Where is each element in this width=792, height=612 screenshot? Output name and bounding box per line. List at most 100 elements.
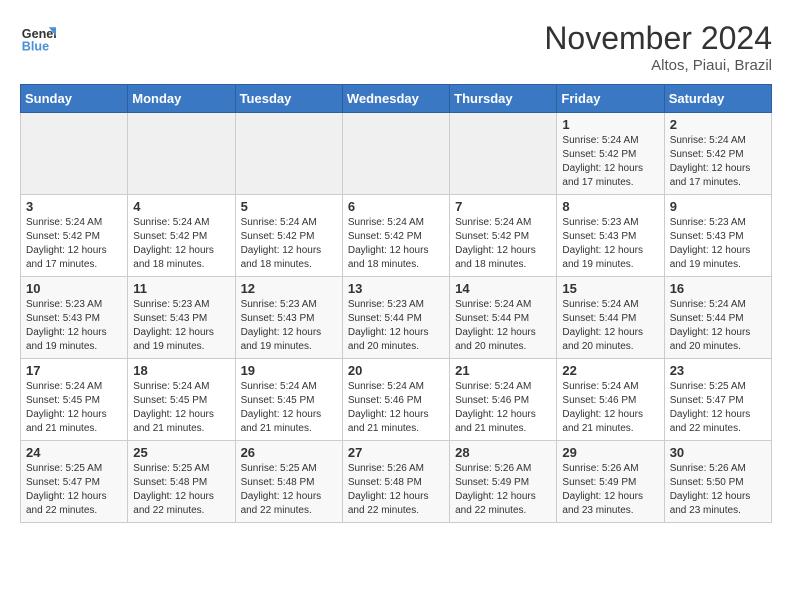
location-subtitle: Altos, Piaui, Brazil <box>544 57 772 74</box>
calendar-cell: 28 Sunrise: 5:26 AM Sunset: 5:49 PM Dayli… <box>450 441 557 523</box>
day-info: Sunrise: 5:24 AM Sunset: 5:42 PM Dayligh… <box>241 216 337 272</box>
header-monday: Monday <box>128 85 235 113</box>
day-number: 22 <box>562 363 658 378</box>
calendar-week-3: 10 Sunrise: 5:23 AM Sunset: 5:43 PM Dayli… <box>21 277 772 359</box>
day-number: 2 <box>670 117 766 132</box>
day-number: 19 <box>241 363 337 378</box>
calendar-cell: 26 Sunrise: 5:25 AM Sunset: 5:48 PM Dayli… <box>235 441 342 523</box>
day-number: 5 <box>241 199 337 214</box>
calendar-cell: 10Sunrise: 5:23 AM Sunset: 5:43 PM Dayli… <box>21 277 128 359</box>
day-number: 16 <box>670 281 766 296</box>
day-number: 27 <box>348 445 444 460</box>
day-number: 10 <box>26 281 122 296</box>
day-info: Sunrise: 5:24 AM Sunset: 5:45 PM Dayligh… <box>26 380 122 436</box>
day-number: 8 <box>562 199 658 214</box>
day-info: Sunrise: 5:23 AM Sunset: 5:44 PM Dayligh… <box>348 298 444 354</box>
day-number: 21 <box>455 363 551 378</box>
day-info: Sunrise: 5:26 AM Sunset: 5:49 PM Dayligh… <box>455 462 551 518</box>
calendar-cell: 23Sunrise: 5:25 AM Sunset: 5:47 PM Dayli… <box>664 359 771 441</box>
calendar-week-2: 3Sunrise: 5:24 AM Sunset: 5:42 PM Daylig… <box>21 195 772 277</box>
calendar-cell: 21Sunrise: 5:24 AM Sunset: 5:46 PM Dayli… <box>450 359 557 441</box>
month-title: November 2024 <box>544 20 772 57</box>
header-wednesday: Wednesday <box>342 85 449 113</box>
day-info: Sunrise: 5:25 AM Sunset: 5:47 PM Dayligh… <box>670 380 766 436</box>
day-number: 1 <box>562 117 658 132</box>
calendar-cell <box>235 113 342 195</box>
page-header: General Blue November 2024 Altos, Piaui,… <box>20 20 772 74</box>
calendar-cell: 3Sunrise: 5:24 AM Sunset: 5:42 PM Daylig… <box>21 195 128 277</box>
day-number: 18 <box>133 363 229 378</box>
header-sunday: Sunday <box>21 85 128 113</box>
day-info: Sunrise: 5:26 AM Sunset: 5:49 PM Dayligh… <box>562 462 658 518</box>
day-number: 12 <box>241 281 337 296</box>
calendar-cell: 11 Sunrise: 5:23 AM Sunset: 5:43 PM Dayli… <box>128 277 235 359</box>
header-saturday: Saturday <box>664 85 771 113</box>
day-info: Sunrise: 5:24 AM Sunset: 5:45 PM Dayligh… <box>133 380 229 436</box>
calendar-cell: 4 Sunrise: 5:24 AM Sunset: 5:42 PM Daylig… <box>128 195 235 277</box>
calendar-cell: 16 Sunrise: 5:24 AM Sunset: 5:44 PM Dayli… <box>664 277 771 359</box>
day-info: Sunrise: 5:26 AM Sunset: 5:50 PM Dayligh… <box>670 462 766 518</box>
calendar-cell: 17 Sunrise: 5:24 AM Sunset: 5:45 PM Dayli… <box>21 359 128 441</box>
calendar-week-1: 1 Sunrise: 5:24 AM Sunset: 5:42 PM Daylig… <box>21 113 772 195</box>
day-number: 11 <box>133 281 229 296</box>
day-info: Sunrise: 5:23 AM Sunset: 5:43 PM Dayligh… <box>670 216 766 272</box>
day-info: Sunrise: 5:24 AM Sunset: 5:44 PM Dayligh… <box>670 298 766 354</box>
day-info: Sunrise: 5:25 AM Sunset: 5:48 PM Dayligh… <box>241 462 337 518</box>
logo-icon: General Blue <box>20 20 56 56</box>
calendar-cell: 12Sunrise: 5:23 AM Sunset: 5:43 PM Dayli… <box>235 277 342 359</box>
day-number: 20 <box>348 363 444 378</box>
day-info: Sunrise: 5:26 AM Sunset: 5:48 PM Dayligh… <box>348 462 444 518</box>
day-number: 28 <box>455 445 551 460</box>
day-info: Sunrise: 5:24 AM Sunset: 5:42 PM Dayligh… <box>133 216 229 272</box>
day-info: Sunrise: 5:24 AM Sunset: 5:42 PM Dayligh… <box>562 134 658 190</box>
day-number: 24 <box>26 445 122 460</box>
calendar-cell: 20 Sunrise: 5:24 AM Sunset: 5:46 PM Dayli… <box>342 359 449 441</box>
calendar-week-5: 24Sunrise: 5:25 AM Sunset: 5:47 PM Dayli… <box>21 441 772 523</box>
day-info: Sunrise: 5:23 AM Sunset: 5:43 PM Dayligh… <box>562 216 658 272</box>
calendar-cell <box>128 113 235 195</box>
day-number: 7 <box>455 199 551 214</box>
day-info: Sunrise: 5:24 AM Sunset: 5:42 PM Dayligh… <box>348 216 444 272</box>
calendar-cell: 13Sunrise: 5:23 AM Sunset: 5:44 PM Dayli… <box>342 277 449 359</box>
calendar-cell: 22 Sunrise: 5:24 AM Sunset: 5:46 PM Dayli… <box>557 359 664 441</box>
calendar-cell <box>21 113 128 195</box>
header-friday: Friday <box>557 85 664 113</box>
logo: General Blue <box>20 20 56 56</box>
day-number: 14 <box>455 281 551 296</box>
day-number: 25 <box>133 445 229 460</box>
day-number: 26 <box>241 445 337 460</box>
calendar-cell: 5 Sunrise: 5:24 AM Sunset: 5:42 PM Daylig… <box>235 195 342 277</box>
calendar-cell: 6 Sunrise: 5:24 AM Sunset: 5:42 PM Daylig… <box>342 195 449 277</box>
calendar-cell: 7 Sunrise: 5:24 AM Sunset: 5:42 PM Daylig… <box>450 195 557 277</box>
day-info: Sunrise: 5:24 AM Sunset: 5:44 PM Dayligh… <box>562 298 658 354</box>
calendar-cell: 27 Sunrise: 5:26 AM Sunset: 5:48 PM Dayli… <box>342 441 449 523</box>
calendar-cell: 15 Sunrise: 5:24 AM Sunset: 5:44 PM Dayli… <box>557 277 664 359</box>
day-number: 15 <box>562 281 658 296</box>
day-number: 29 <box>562 445 658 460</box>
day-info: Sunrise: 5:23 AM Sunset: 5:43 PM Dayligh… <box>133 298 229 354</box>
day-number: 4 <box>133 199 229 214</box>
calendar-cell <box>342 113 449 195</box>
header-thursday: Thursday <box>450 85 557 113</box>
calendar-header-row: SundayMondayTuesdayWednesdayThursdayFrid… <box>21 85 772 113</box>
calendar-cell: 9Sunrise: 5:23 AM Sunset: 5:43 PM Daylig… <box>664 195 771 277</box>
calendar-cell: 14Sunrise: 5:24 AM Sunset: 5:44 PM Dayli… <box>450 277 557 359</box>
day-info: Sunrise: 5:25 AM Sunset: 5:48 PM Dayligh… <box>133 462 229 518</box>
day-number: 30 <box>670 445 766 460</box>
calendar-cell: 25 Sunrise: 5:25 AM Sunset: 5:48 PM Dayli… <box>128 441 235 523</box>
calendar-cell: 19 Sunrise: 5:24 AM Sunset: 5:45 PM Dayli… <box>235 359 342 441</box>
day-info: Sunrise: 5:24 AM Sunset: 5:42 PM Dayligh… <box>455 216 551 272</box>
day-number: 6 <box>348 199 444 214</box>
calendar-cell: 29 Sunrise: 5:26 AM Sunset: 5:49 PM Dayli… <box>557 441 664 523</box>
day-info: Sunrise: 5:24 AM Sunset: 5:46 PM Dayligh… <box>562 380 658 436</box>
day-number: 17 <box>26 363 122 378</box>
day-info: Sunrise: 5:24 AM Sunset: 5:45 PM Dayligh… <box>241 380 337 436</box>
header-tuesday: Tuesday <box>235 85 342 113</box>
calendar-cell: 1 Sunrise: 5:24 AM Sunset: 5:42 PM Daylig… <box>557 113 664 195</box>
calendar-cell: 30 Sunrise: 5:26 AM Sunset: 5:50 PM Dayli… <box>664 441 771 523</box>
calendar-table: SundayMondayTuesdayWednesdayThursdayFrid… <box>20 84 772 523</box>
day-info: Sunrise: 5:24 AM Sunset: 5:46 PM Dayligh… <box>348 380 444 436</box>
calendar-cell <box>450 113 557 195</box>
calendar-cell: 8 Sunrise: 5:23 AM Sunset: 5:43 PM Daylig… <box>557 195 664 277</box>
day-info: Sunrise: 5:24 AM Sunset: 5:42 PM Dayligh… <box>26 216 122 272</box>
